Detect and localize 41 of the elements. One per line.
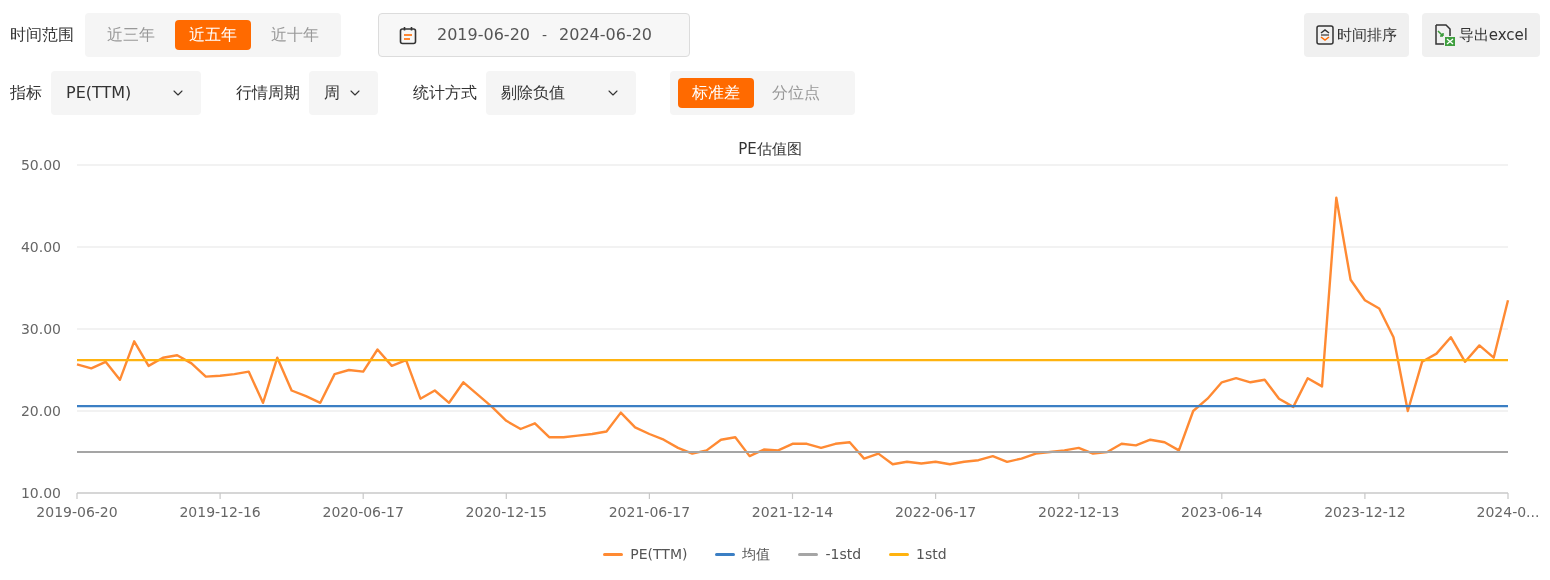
field-label: 行情周期	[236, 82, 300, 104]
x-axis-label: 2023-12-12	[1324, 504, 1406, 520]
y-axis-label: 20.00	[20, 403, 61, 419]
x-axis-label: 2023-06-14	[1181, 504, 1263, 520]
y-axis-label: 40.00	[20, 239, 61, 255]
y-axis-label: 10.00	[20, 485, 61, 501]
legend-swatch	[715, 553, 736, 556]
legend-swatch	[798, 553, 819, 556]
end-date: 2024-06-20	[559, 24, 653, 46]
legend-swatch	[889, 553, 910, 556]
dropdown[interactable]: 周	[309, 71, 378, 115]
calendar-icon	[399, 25, 417, 45]
legend-label[interactable]: 1std	[916, 544, 947, 565]
x-axis-label: 2020-12-15	[465, 504, 547, 520]
x-axis-label: 2019-06-20	[36, 504, 118, 520]
x-axis-label: 2022-06-17	[894, 504, 977, 520]
chart-title: PE估值图	[738, 140, 802, 158]
dropdown[interactable]: PE(TTM)	[51, 71, 201, 115]
dropdown[interactable]: 剔除负值	[486, 71, 636, 115]
x-axis-label: 2019-12-16	[179, 504, 261, 520]
excel-file-icon	[1433, 24, 1456, 46]
sort-button[interactable]: 时间排序	[1303, 13, 1409, 57]
export-button[interactable]: 导出excel	[1421, 13, 1540, 57]
x-axis-label: 2021-12-14	[751, 504, 834, 520]
date-separator: -	[542, 25, 548, 45]
start-date: 2019-06-20	[437, 24, 530, 46]
legend-swatch	[603, 553, 624, 556]
field-label: 统计方式	[413, 82, 477, 104]
field-label: 指标	[10, 82, 42, 104]
y-axis-label: 30.00	[20, 321, 61, 337]
date-range-field[interactable]: 2019-06-20 - 2024-06-20	[378, 13, 690, 57]
legend-label[interactable]: -1std	[825, 544, 862, 565]
legend-label[interactable]: PE(TTM)	[630, 544, 688, 565]
x-axis-label: 2020-06-17	[322, 504, 404, 520]
x-axis-label: 2024-0...	[1476, 504, 1540, 520]
field-label: 时间范围	[10, 24, 75, 46]
y-axis-label: 50.00	[20, 157, 61, 173]
x-axis-label: 2021-06-17	[608, 504, 691, 520]
sort-icon	[1315, 25, 1334, 45]
legend-label[interactable]: 均值	[742, 544, 771, 565]
x-axis-label: 2022-12-13	[1038, 504, 1120, 520]
